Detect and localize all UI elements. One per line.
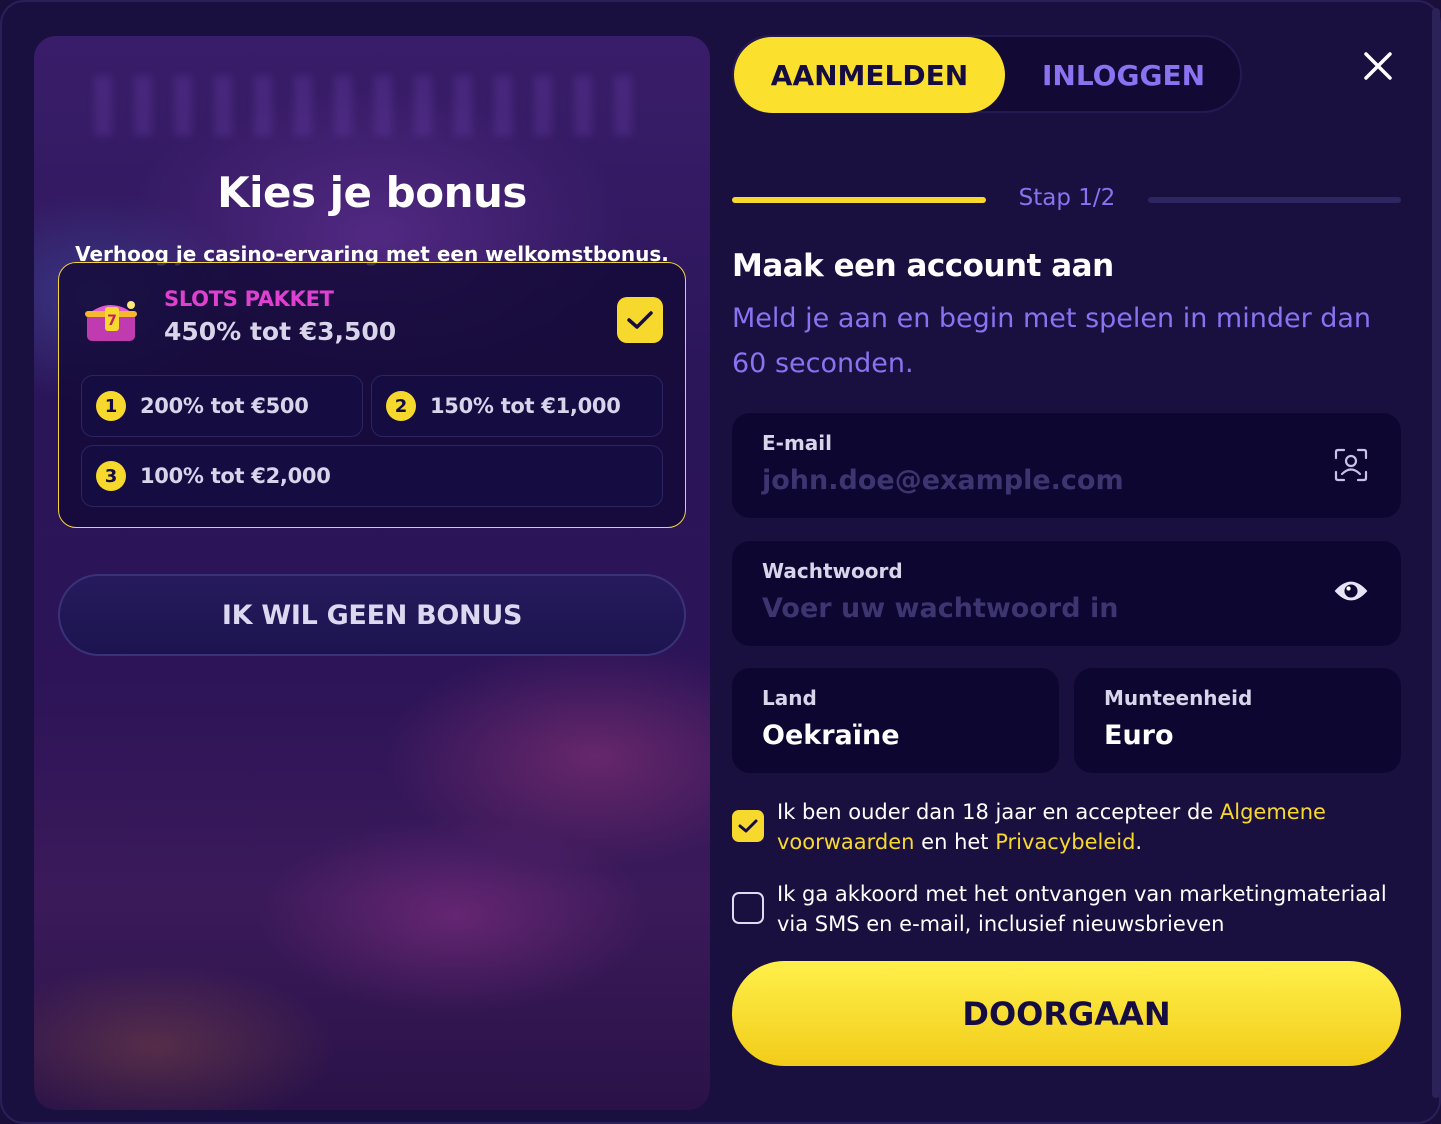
svg-text:7: 7: [107, 313, 117, 329]
tab-register[interactable]: AANMELDEN: [734, 37, 1005, 113]
bonus-panel: Kies je bonus Verhoog je casino-ervaring…: [34, 36, 710, 1110]
terms-text-before: Ik ben ouder dan 18 jaar en accepteer de: [777, 800, 1220, 824]
bonus-tier-2: 2 150% tot €1,000: [371, 375, 663, 437]
marketing-text: Ik ga akkoord met het ontvangen van mark…: [777, 882, 1387, 936]
tier-number-badge: 3: [96, 461, 126, 491]
tier-number-badge: 1: [96, 391, 126, 421]
marketing-checkbox[interactable]: [732, 892, 764, 924]
currency-value: Euro: [1104, 720, 1174, 751]
bonus-tier-1: 1 200% tot €500: [81, 375, 363, 437]
face-scan-icon[interactable]: [1333, 447, 1369, 483]
slots-package-card[interactable]: 7 SLOTS PAKKET 450% tot €3,500 1 200% to…: [58, 262, 686, 528]
tab-login[interactable]: INLOGGEN: [1005, 37, 1242, 113]
password-label: Wachtwoord: [762, 559, 903, 583]
tier-label: 100% tot €2,000: [140, 464, 331, 488]
check-icon: [627, 311, 653, 329]
treasure-chest-icon: 7: [81, 293, 141, 343]
no-bonus-button[interactable]: IK WIL GEEN BONUS: [58, 574, 686, 656]
password-input[interactable]: Voer uw wachtwoord in: [762, 593, 1118, 624]
tier-label: 200% tot €500: [140, 394, 309, 418]
terms-text: Ik ben ouder dan 18 jaar en accepteer de…: [777, 797, 1407, 857]
bonus-title: Kies je bonus: [217, 168, 527, 217]
eye-icon[interactable]: [1333, 573, 1369, 609]
continue-button[interactable]: DOORGAAN: [732, 961, 1401, 1066]
step-indicator: Stap 1/2: [1018, 185, 1116, 211]
currency-label: Munteenheid: [1104, 686, 1253, 710]
email-input[interactable]: john.doe@example.com: [762, 465, 1124, 496]
terms-text-after: .: [1135, 830, 1143, 854]
country-value: Oekraïne: [762, 720, 900, 751]
auth-tabs: AANMELDEN INLOGGEN: [732, 35, 1242, 113]
email-field[interactable]: E-mail john.doe@example.com: [732, 413, 1401, 518]
privacy-link[interactable]: Privacybeleid: [995, 830, 1135, 854]
tier-number-badge: 2: [386, 391, 416, 421]
scrollbar[interactable]: [1432, 8, 1440, 1098]
email-label: E-mail: [762, 431, 833, 455]
close-icon: [1364, 52, 1392, 80]
step-progress-remaining: [1148, 197, 1401, 203]
terms-text-middle: en het: [914, 830, 996, 854]
close-button[interactable]: [1358, 46, 1398, 86]
bonus-tier-3: 3 100% tot €2,000: [81, 445, 663, 507]
country-select[interactable]: Land Oekraïne: [732, 668, 1059, 773]
step-progress-complete: [732, 197, 986, 203]
form-title: Maak een account aan: [732, 248, 1114, 284]
currency-select[interactable]: Munteenheid Euro: [1074, 668, 1401, 773]
package-amount: 450% tot €3,500: [164, 317, 397, 346]
form-subtitle: Meld je aan en begin met spelen in minde…: [732, 303, 1372, 379]
password-field[interactable]: Wachtwoord Voer uw wachtwoord in: [732, 541, 1401, 646]
country-label: Land: [762, 686, 817, 710]
terms-checkbox[interactable]: [732, 810, 764, 842]
background-lights: [94, 76, 654, 136]
package-name: SLOTS PAKKET: [164, 287, 334, 311]
tier-label: 150% tot €1,000: [430, 394, 621, 418]
package-selected-checkbox[interactable]: [617, 297, 663, 343]
signup-modal: Kies je bonus Verhoog je casino-ervaring…: [0, 0, 1441, 1124]
check-icon: [738, 819, 758, 833]
